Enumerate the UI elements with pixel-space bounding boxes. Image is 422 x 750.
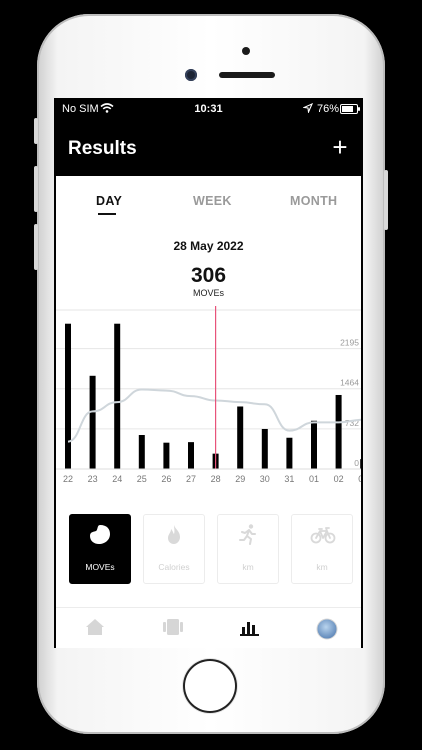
x-tick-label: 03 — [358, 474, 361, 484]
trend-line — [67, 388, 361, 443]
tab-month[interactable]: MONTH — [290, 194, 337, 208]
selected-value: 306 — [190, 264, 227, 287]
earpiece-speaker — [219, 72, 275, 78]
metric-label: Calories — [158, 562, 190, 572]
mute-switch — [34, 118, 38, 144]
y-tick-label: 0 — [354, 458, 359, 468]
moves-icon — [90, 525, 110, 544]
power-button — [384, 170, 388, 230]
home-icon[interactable] — [85, 618, 105, 641]
home-button[interactable] — [183, 659, 237, 713]
x-tick-label: 24 — [112, 474, 122, 484]
active-tab-indicator — [98, 213, 116, 215]
chart-bar — [188, 442, 194, 469]
metric-selector: MOVEs Calories km km — [56, 514, 361, 586]
chart-bar — [65, 323, 71, 469]
x-tick-label: 27 — [186, 474, 196, 484]
chart-bar — [138, 435, 145, 469]
x-tick-label: 28 — [211, 474, 221, 484]
selected-unit: MOVEs — [192, 288, 224, 298]
chart-bar — [163, 442, 170, 469]
metric-card-moves[interactable]: MOVEs — [69, 514, 131, 584]
battery-icon — [340, 104, 360, 114]
metric-label: km — [242, 562, 254, 572]
x-tick-label: 29 — [235, 474, 245, 484]
proximity-sensor — [185, 69, 197, 81]
x-tick-label: 26 — [161, 474, 171, 484]
metric-label: MOVEs — [85, 562, 115, 572]
battery-percent: 76% — [317, 103, 340, 115]
bicycle-icon — [310, 527, 336, 544]
x-tick-label: 23 — [88, 474, 98, 484]
status-bar: No SIM 10:31 76% — [54, 98, 363, 120]
location-arrow-icon — [301, 102, 314, 116]
chart-bar — [335, 394, 342, 469]
chart-bar — [261, 428, 268, 469]
flame-icon — [168, 525, 180, 544]
x-tick-label: 25 — [137, 474, 147, 484]
x-tick-label: 30 — [260, 474, 270, 484]
app-header: Results + — [54, 120, 363, 176]
chart-bar — [237, 406, 244, 469]
activity-icon[interactable] — [162, 618, 184, 641]
chart-bar — [89, 375, 96, 469]
results-panel: DAY WEEK MONTH 28 May 2022 306 MOVEs 219… — [56, 176, 361, 648]
metric-label: km — [316, 562, 328, 572]
add-button[interactable]: + — [328, 134, 352, 160]
runner-icon — [239, 524, 256, 545]
bottom-nav — [56, 607, 361, 648]
chart-bar — [360, 459, 361, 469]
results-chart-icon[interactable] — [240, 618, 260, 641]
x-tick-label: 02 — [334, 474, 344, 484]
tab-day[interactable]: DAY — [96, 194, 122, 208]
page-title: Results — [68, 138, 137, 159]
y-tick-label: 2195 — [340, 338, 359, 348]
front-camera — [242, 47, 250, 55]
y-tick-label: 1464 — [340, 378, 359, 388]
profile-icon[interactable] — [316, 618, 338, 645]
chart-bar — [286, 437, 293, 469]
app-screen: No SIM 10:31 76% Results + DAY WEEK MONT… — [54, 98, 363, 648]
volume-down-button — [34, 224, 38, 270]
selected-date: 28 May 2022 — [173, 239, 244, 253]
volume-up-button — [34, 166, 38, 212]
x-tick-label: 01 — [309, 474, 319, 484]
metric-card-calories[interactable]: Calories — [143, 514, 205, 584]
x-tick-label: 31 — [284, 474, 294, 484]
x-tick-label: 22 — [63, 474, 73, 484]
metric-card-run-distance[interactable]: km — [217, 514, 279, 584]
moves-chart[interactable]: 21951464732022232425262728293031010203 — [56, 306, 361, 506]
tab-week[interactable]: WEEK — [193, 194, 232, 208]
metric-card-bike-distance[interactable]: km — [291, 514, 353, 584]
chart-bar — [311, 420, 317, 469]
chart-bar — [114, 323, 121, 469]
